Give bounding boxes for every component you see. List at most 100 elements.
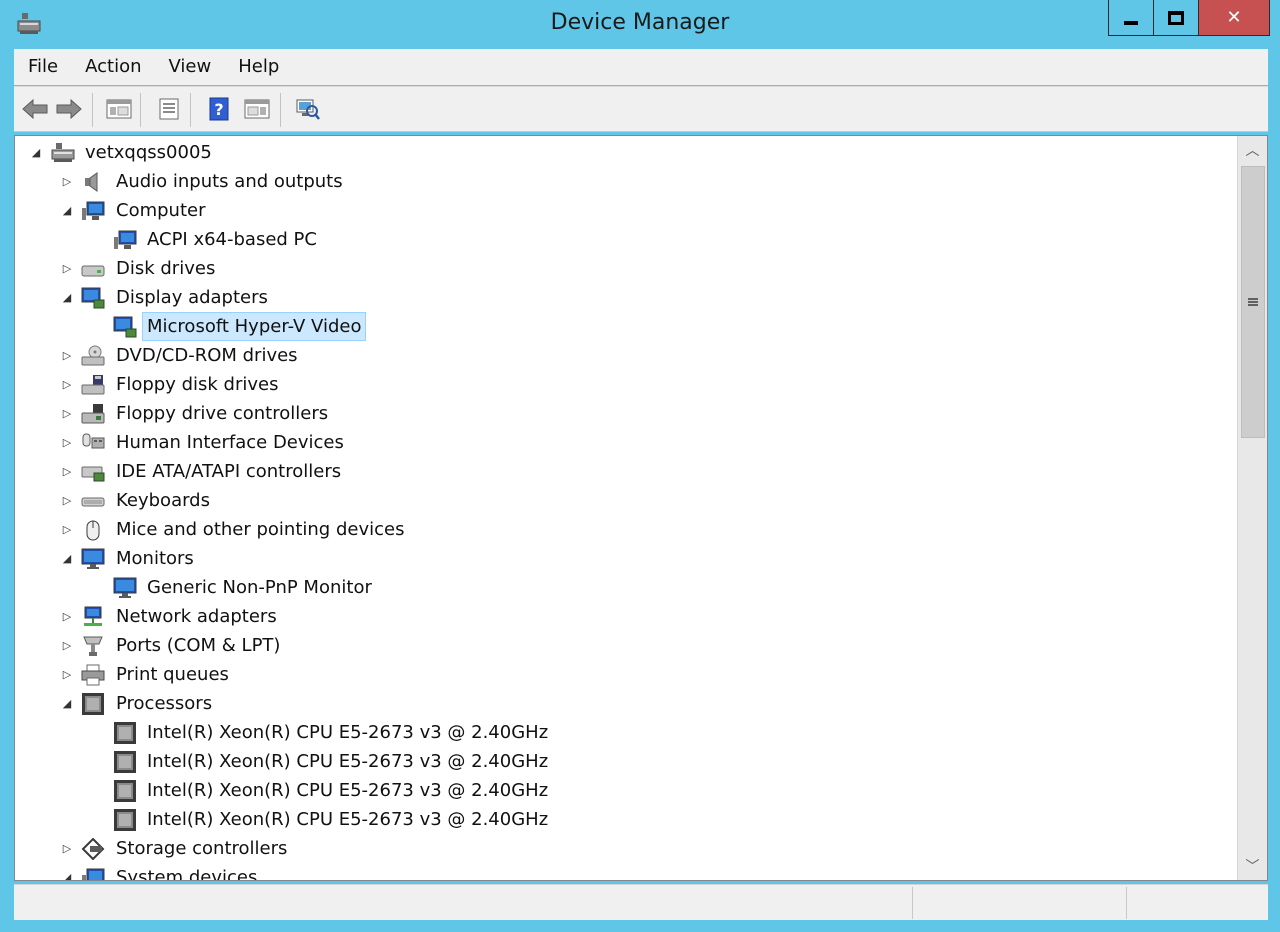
- title-bar[interactable]: Device Manager ✕: [0, 0, 1280, 48]
- tree-child-label: Microsoft Hyper-V Video: [142, 312, 367, 341]
- maximize-button[interactable]: [1153, 0, 1199, 36]
- status-pane-main: [14, 887, 912, 919]
- menu-help[interactable]: Help: [224, 49, 292, 85]
- action-pane-icon: [244, 99, 270, 119]
- tree-child-label: Intel(R) Xeon(R) CPU E5-2673 v3 @ 2.40GH…: [147, 751, 549, 772]
- port-icon: [83, 636, 103, 656]
- expand-icon[interactable]: ▷: [60, 602, 74, 631]
- tree-node-label: Print queues: [116, 664, 229, 685]
- minimize-button[interactable]: [1108, 0, 1154, 36]
- scroll-down-button[interactable]: ﹀: [1238, 852, 1267, 880]
- toolbar-separator: [280, 93, 281, 127]
- processor-icon: [114, 751, 136, 773]
- display-adapter-icon: [81, 287, 105, 309]
- toolbar: ?: [14, 86, 1268, 132]
- chevron-down-icon: ﹀: [1245, 859, 1260, 875]
- status-pane-3: [1126, 887, 1266, 919]
- tree-node-label: System devices: [116, 867, 258, 881]
- close-icon: ✕: [1226, 6, 1242, 28]
- status-bar: [14, 884, 1268, 920]
- tree-child-label: Intel(R) Xeon(R) CPU E5-2673 v3 @ 2.40GH…: [147, 809, 549, 830]
- display-adapter-icon: [113, 316, 137, 338]
- vertical-scrollbar[interactable]: ︿ ﹀: [1237, 136, 1267, 880]
- expand-icon[interactable]: ▷: [60, 254, 74, 283]
- scan-hardware-icon: [296, 99, 320, 120]
- back-button[interactable]: [20, 95, 50, 123]
- expand-icon[interactable]: ▷: [60, 167, 74, 196]
- scroll-thumb[interactable]: [1241, 166, 1265, 438]
- chevron-up-icon: ︿: [1245, 143, 1260, 159]
- expand-icon[interactable]: ▷: [60, 428, 74, 457]
- tree-node-label: Disk drives: [116, 258, 216, 279]
- tree-node-label: Human Interface Devices: [116, 432, 344, 453]
- expand-icon[interactable]: ▷: [60, 660, 74, 689]
- tree-node-label: Ports (COM & LPT): [116, 635, 281, 656]
- toolbar-separator: [140, 93, 141, 127]
- status-pane-2: [912, 887, 1126, 919]
- menu-bar: File Action View Help: [14, 49, 1268, 85]
- disk-drive-icon: [81, 265, 105, 277]
- expand-icon[interactable]: ▷: [60, 486, 74, 515]
- tree-node-label: Processors: [116, 693, 213, 714]
- menu-view[interactable]: View: [155, 49, 225, 85]
- collapse-icon[interactable]: ◢: [60, 196, 74, 225]
- monitor-icon: [81, 548, 105, 569]
- forward-button[interactable]: [54, 95, 84, 123]
- processor-icon: [114, 722, 136, 744]
- collapse-icon[interactable]: ◢: [60, 863, 74, 880]
- ide-controller-icon: [81, 466, 105, 482]
- keyboard-icon: [81, 497, 105, 507]
- scan-hardware-changes-button[interactable]: [292, 95, 322, 123]
- network-adapter-icon: [84, 606, 102, 626]
- tree-child-label: Intel(R) Xeon(R) CPU E5-2673 v3 @ 2.40GH…: [147, 722, 549, 743]
- dvd-drive-icon: [81, 345, 105, 366]
- processor-icon: [114, 780, 136, 802]
- tree-node-label: IDE ATA/ATAPI controllers: [116, 461, 342, 482]
- device-tree[interactable]: ◢ vetxqqss0005 ▷ Audio inputs and output…: [14, 135, 1268, 881]
- menu-file[interactable]: File: [14, 49, 71, 85]
- collapse-icon[interactable]: ◢: [60, 689, 74, 718]
- computer-icon: [82, 201, 105, 220]
- floppy-drive-icon: [81, 375, 105, 395]
- collapse-icon[interactable]: ◢: [60, 283, 74, 312]
- expand-icon[interactable]: ▷: [60, 341, 74, 370]
- tree-node-label: Storage controllers: [116, 838, 288, 859]
- expand-icon[interactable]: ▷: [60, 370, 74, 399]
- hid-icon: [82, 433, 105, 449]
- computer-icon: [114, 230, 137, 249]
- tree-node-label: Floppy disk drives: [116, 374, 279, 395]
- floppy-controller-icon: [81, 404, 105, 424]
- computer-root-icon: [51, 143, 75, 162]
- menu-action[interactable]: Action: [71, 49, 154, 85]
- minimize-icon: [1124, 20, 1138, 25]
- expand-icon[interactable]: ▷: [60, 631, 74, 660]
- monitor-icon: [113, 577, 137, 598]
- system-devices-icon: [82, 868, 105, 880]
- collapse-icon[interactable]: ◢: [60, 544, 74, 573]
- processor-icon: [114, 809, 136, 831]
- tree-node-label: Display adapters: [116, 287, 268, 308]
- scroll-up-button[interactable]: ︿: [1238, 136, 1267, 164]
- tree-node-label: Audio inputs and outputs: [116, 171, 343, 192]
- expand-icon[interactable]: ▷: [60, 834, 74, 863]
- tree-child-label: Intel(R) Xeon(R) CPU E5-2673 v3 @ 2.40GH…: [147, 780, 549, 801]
- tree-node-label: Floppy drive controllers: [116, 403, 329, 424]
- expand-icon[interactable]: ▷: [60, 399, 74, 428]
- close-button[interactable]: ✕: [1198, 0, 1270, 36]
- tree-node-label: DVD/CD-ROM drives: [116, 345, 298, 366]
- show-hide-console-tree-button[interactable]: [104, 95, 134, 123]
- expand-icon[interactable]: ▷: [60, 457, 74, 486]
- help-button[interactable]: ?: [204, 95, 234, 123]
- properties-button[interactable]: [154, 95, 184, 123]
- toolbar-separator: [92, 93, 93, 127]
- tree-node-label: Computer: [116, 200, 206, 221]
- root-computer-label: vetxqqss0005: [85, 142, 212, 163]
- tree-node-label: Monitors: [116, 548, 194, 569]
- svg-text:?: ?: [214, 100, 223, 119]
- show-action-pane-button[interactable]: [242, 95, 272, 123]
- expand-icon[interactable]: ▷: [60, 515, 74, 544]
- collapse-icon[interactable]: ◢: [29, 138, 43, 167]
- mouse-icon: [86, 520, 100, 541]
- storage-controller-icon: [81, 838, 105, 860]
- tree-node-label: Network adapters: [116, 606, 277, 627]
